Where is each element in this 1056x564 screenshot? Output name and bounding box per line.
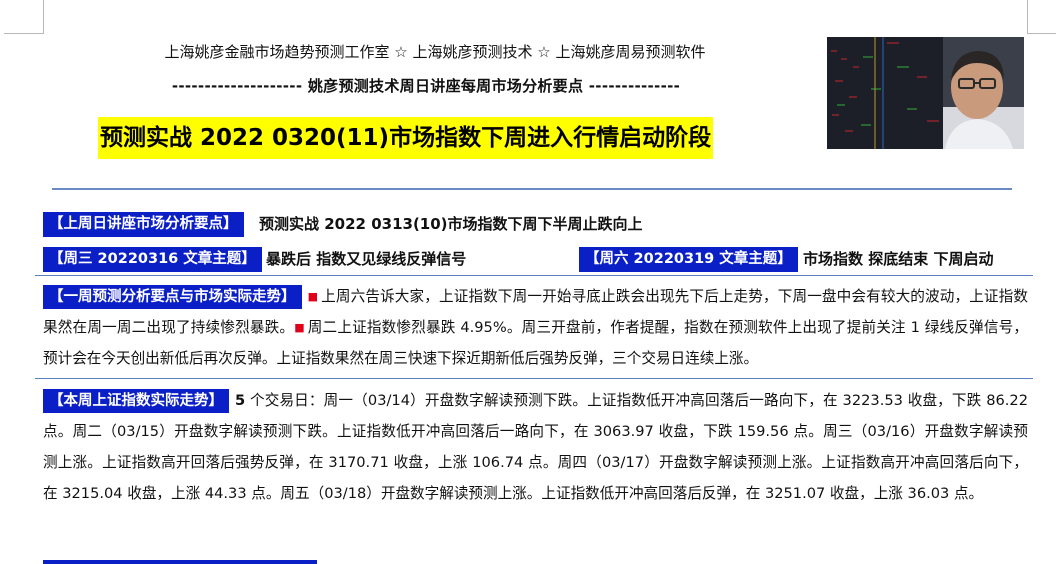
weekly-trend-label: 【本周上证指数实际走势】 [43,389,229,413]
trading-days-count: 5 [235,392,246,409]
last-week-label: 【上周日讲座市场分析要点】 [43,212,244,237]
bottom-accent-bar [43,560,317,564]
weekly-trend-paragraph: 【本周上证指数实际走势】 5 个交易日：周一（03/14）开盘数字解读预测下跌。上… [43,385,1028,509]
crop-mark [1027,33,1056,34]
red-square-icon: ■ [294,321,305,334]
studio-line: 上海姚彦金融市场趋势预测工作室 ☆ 上海姚彦预测技术 ☆ 上海姚彦周易预测软件 [164,43,706,61]
lecture-subtitle: -------------------- 姚彦预测技术周日讲座每周市场分析要点 … [171,77,681,95]
page-title: 预测实战 2022 0320(11)市场指数下周进入行情启动阶段 [98,117,714,159]
section-divider [52,188,1012,190]
author-photo [827,37,1024,149]
weekly-analysis-paragraph: 【一周预测分析要点与市场实际走势】 ■ 上周六告诉大家，上证指数下周一开始寻底止跌会… [43,281,1028,374]
row-separator [35,275,1033,276]
crop-mark [1027,0,1028,34]
sat-topic-text: 市场指数 探底结束 下周启动 [803,250,994,268]
last-week-title: 预测实战 2022 0313(10)市场指数下周下半周止跌向上 [259,215,643,233]
weekly-analysis-label: 【一周预测分析要点与市场实际走势】 [43,285,302,309]
wed-topic-text: 暴跌后 指数又见绿线反弹信号 [266,250,467,268]
red-square-icon: ■ [307,290,319,303]
wed-topic-label: 【周三 20220316 文章主题】 [43,247,262,272]
crop-mark [43,0,44,34]
sat-topic-label: 【周六 20220319 文章主题】 [579,247,798,272]
crop-mark [4,33,44,34]
row-separator [35,378,1033,379]
